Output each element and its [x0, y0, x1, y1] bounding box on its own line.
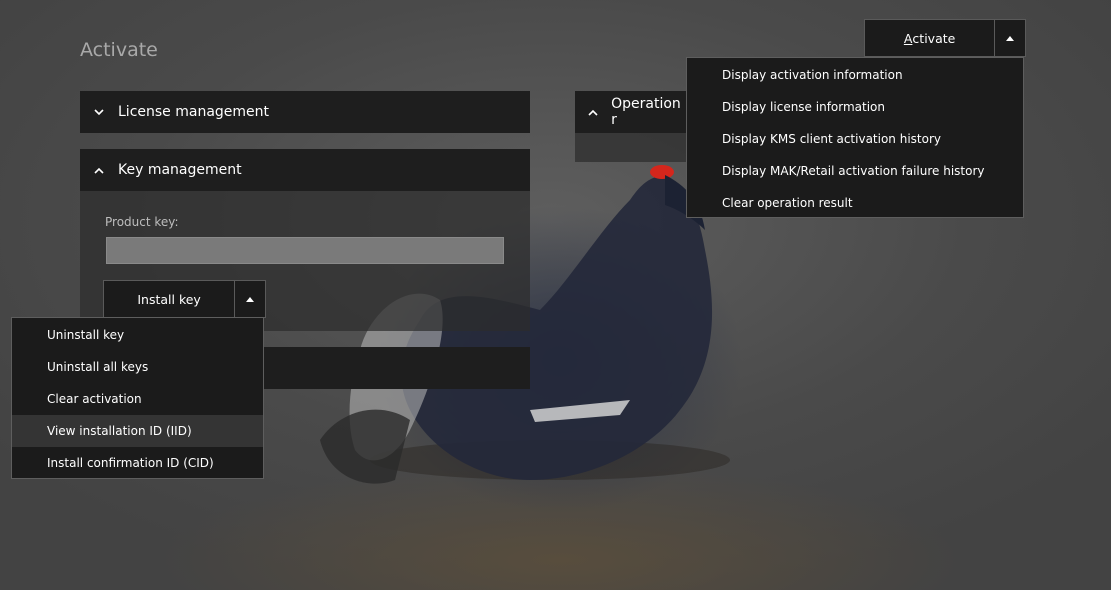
activate-actions-menu: Display activation information Display l… — [686, 57, 1024, 218]
menu-item-display-license-info[interactable]: Display license information — [687, 91, 1023, 123]
operation-result-body — [575, 133, 687, 162]
install-key-dropdown-toggle[interactable] — [235, 281, 265, 317]
menu-item-kms-history[interactable]: Display KMS client activation history — [687, 123, 1023, 155]
caret-up-icon — [246, 296, 255, 302]
install-key-button[interactable]: Install key — [104, 281, 236, 317]
activate-button-accesskey: A — [903, 30, 913, 46]
key-actions-menu: Uninstall key Uninstall all keys Clear a… — [11, 317, 264, 479]
menu-item-clear-activation[interactable]: Clear activation — [12, 383, 263, 415]
menu-item-label: Display MAK/Retail activation failure hi… — [722, 164, 985, 178]
activate-split-button: Activate — [864, 19, 1026, 57]
operation-result-header[interactable]: Operation r — [575, 91, 687, 133]
menu-item-label: Display activation information — [722, 68, 903, 82]
chevron-up-icon — [80, 167, 118, 174]
activate-button-label: ctivate — [912, 30, 956, 46]
menu-item-display-activation-info[interactable]: Display activation information — [687, 59, 1023, 91]
key-management-title: Key management — [118, 162, 242, 178]
menu-item-uninstall-all-keys[interactable]: Uninstall all keys — [12, 351, 263, 383]
product-key-input[interactable] — [106, 237, 504, 264]
menu-item-label: Uninstall all keys — [47, 360, 149, 374]
menu-item-clear-operation-result[interactable]: Clear operation result — [687, 187, 1023, 219]
menu-item-install-cid[interactable]: Install confirmation ID (CID) — [12, 447, 263, 479]
caret-up-icon — [1006, 35, 1015, 41]
install-key-split-button: Install key — [103, 280, 266, 318]
menu-item-label: Clear activation — [47, 392, 142, 406]
license-management-header[interactable]: License management — [80, 91, 530, 133]
menu-item-label: Display KMS client activation history — [722, 132, 941, 146]
menu-item-label: Clear operation result — [722, 196, 853, 210]
activate-button[interactable]: Activate — [865, 20, 996, 56]
menu-item-view-iid[interactable]: View installation ID (IID) — [12, 415, 263, 447]
menu-item-label: Install confirmation ID (CID) — [47, 456, 214, 470]
page-title: Activate — [80, 38, 158, 61]
menu-item-uninstall-key[interactable]: Uninstall key — [12, 319, 263, 351]
menu-item-label: View installation ID (IID) — [47, 424, 192, 438]
chevron-up-icon — [575, 109, 611, 116]
chevron-down-icon — [80, 108, 118, 116]
key-management-header[interactable]: Key management — [80, 149, 530, 191]
menu-item-label: Uninstall key — [47, 328, 125, 342]
operation-result-title: Operation r — [611, 96, 681, 128]
menu-item-mak-failure-history[interactable]: Display MAK/Retail activation failure hi… — [687, 155, 1023, 187]
license-management-title: License management — [118, 104, 270, 120]
product-key-label: Product key: — [105, 215, 179, 229]
activate-dropdown-toggle[interactable] — [995, 20, 1025, 56]
install-key-label: Install key — [137, 291, 201, 307]
menu-item-label: Display license information — [722, 100, 886, 114]
